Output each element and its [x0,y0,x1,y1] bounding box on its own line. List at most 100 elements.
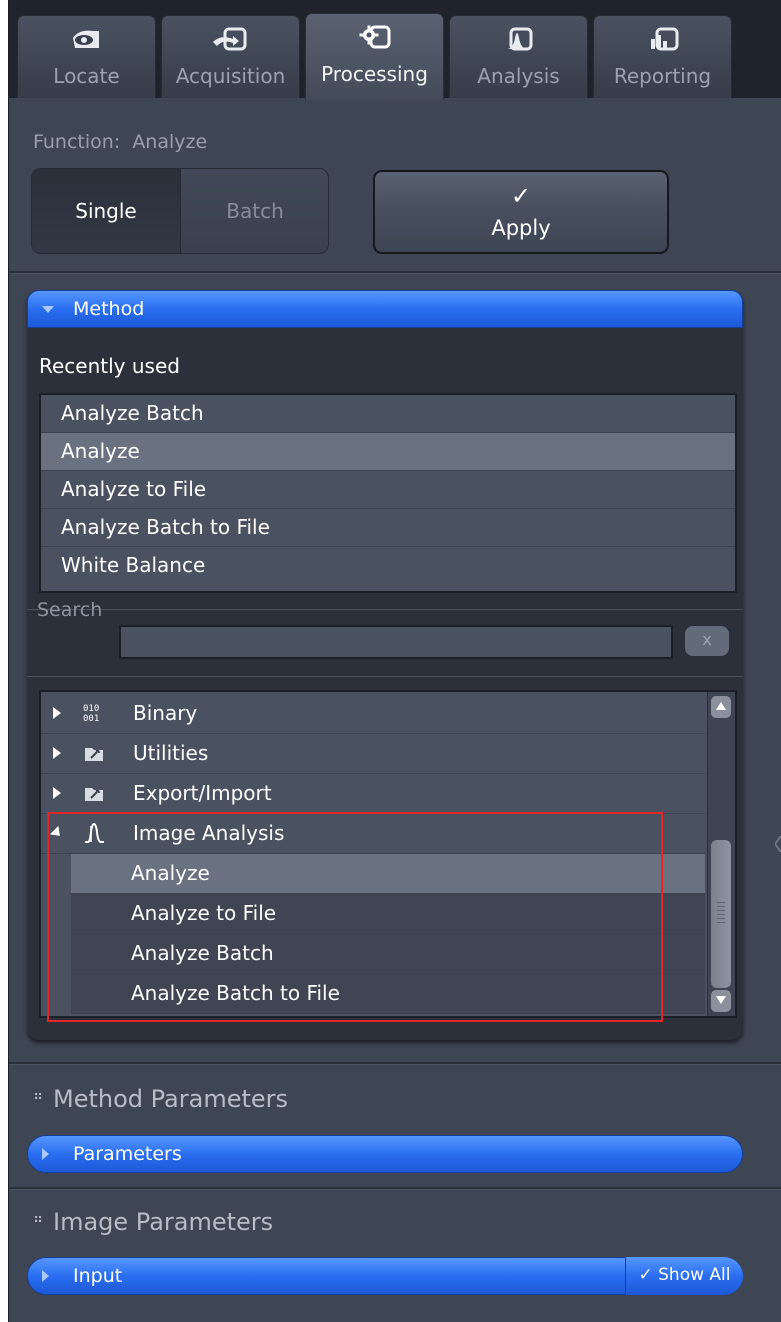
list-item[interactable]: Analyze to File [41,471,735,509]
method-header[interactable]: Method [27,290,743,328]
collapse-arrow-icon [42,306,54,313]
parameters-bar-label: Parameters [73,1143,182,1165]
tree-item-label: Analyze Batch [131,941,274,965]
tree-scrollbar[interactable] [707,692,735,1016]
search-label: Search [37,599,103,621]
divider [27,607,743,610]
tab-reporting[interactable]: Reporting [593,15,732,98]
peak-icon [506,27,532,51]
tree-item-label: Image Analysis [133,821,285,845]
chevron-left-icon[interactable] [775,836,781,852]
grip-line [717,918,725,919]
tree-item-label: Binary [133,701,198,725]
tree-item-image-analysis[interactable]: Image Analysis [41,814,705,854]
folder-wrench-icon [85,788,103,801]
tab-bar: Locate Acquisition Processing Analysis R… [9,0,781,100]
show-all-button[interactable]: ✓ Show All [625,1257,743,1295]
recently-used-list: Analyze Batch Analyze Analyze to File An… [39,393,737,593]
histogram-peak-icon [85,822,104,843]
binary-icon: 010 001 [83,704,99,724]
checkmark-icon: ✓ [638,1265,653,1285]
expand-arrow-icon [42,1148,49,1160]
search-input[interactable] [119,625,673,659]
divider [9,1187,781,1190]
tree-item-label: Analyze to File [131,901,277,925]
tab-analysis[interactable]: Analysis [449,15,588,98]
method-tree: 010 001 Binary Utilities Export/Import I… [39,690,737,1018]
list-item[interactable]: Analyze Batch to File [41,509,735,547]
expand-arrow-icon [42,1270,49,1282]
function-caption: Function: [33,131,121,153]
tree-item-binary[interactable]: 010 001 Binary [41,694,705,734]
folder-wrench-icon [85,748,103,761]
chevron-up-icon [716,702,726,710]
grip-line [717,902,725,903]
tree-indent [41,974,71,1014]
svg-text:010: 010 [83,704,99,714]
scroll-down-button[interactable] [711,990,731,1012]
tree-item-analyze[interactable]: Analyze [41,854,705,894]
expand-arrow-icon [53,747,61,759]
tab-label: Analysis [477,64,560,88]
mode-segmented-control: Single Batch [31,168,329,254]
tree-indent [41,854,71,894]
tab-acquisition[interactable]: Acquisition [161,15,300,98]
tree-item-utilities[interactable]: Utilities [41,734,705,774]
divider [9,271,781,274]
show-all-label: Show All [658,1265,731,1285]
grip-dots-icon: ⠶ [33,1088,44,1104]
method-header-label: Method [73,298,145,320]
tree-indent [41,894,71,934]
tab-label: Reporting [613,64,712,88]
tree-item-analyze-to-file[interactable]: Analyze to File [41,894,705,934]
method-parameters-title: ⠶ Method Parameters [33,1085,288,1113]
tab-label: Processing [321,62,428,86]
tree-item-label: Analyze [131,861,210,885]
chevron-down-icon [716,996,726,1004]
parameters-bar[interactable]: Parameters [27,1135,743,1173]
tree-indent [41,934,71,974]
input-bar[interactable]: Input ✓ Show All [27,1257,743,1295]
image-parameters-title: ⠶ Image Parameters [33,1208,273,1236]
bar-chart-icon [650,27,678,51]
apply-label: Apply [491,216,551,240]
grip-line [717,914,725,915]
list-item[interactable]: Analyze [41,433,735,471]
processing-panel: Locate Acquisition Processing Analysis R… [8,0,781,1322]
tab-label: Locate [53,64,120,88]
section-title-text: Image Parameters [53,1208,274,1236]
tab-processing[interactable]: Processing [305,13,444,100]
tree-item-analyze-batch[interactable]: Analyze Batch [41,934,705,974]
tree-item-label: Export/Import [133,781,272,805]
scroll-up-button[interactable] [711,696,731,718]
list-item[interactable]: White Balance [41,547,735,585]
eye-icon [72,30,99,48]
collapse-arrow-icon [49,825,65,841]
section-title-text: Method Parameters [53,1085,289,1113]
tab-label: Acquisition [175,64,286,88]
tree-item-label: Utilities [133,741,209,765]
expand-arrow-icon [53,787,61,799]
tab-locate[interactable]: Locate [17,15,156,98]
input-bar-label: Input [73,1265,123,1287]
scroll-thumb[interactable] [711,840,731,988]
expand-arrow-icon [53,707,61,719]
list-item[interactable]: Analyze Batch [41,395,735,433]
single-button[interactable]: Single [32,169,181,253]
function-value: Analyze [132,131,208,153]
grip-line [717,922,725,923]
svg-text:001: 001 [83,714,99,724]
divider [27,674,743,677]
clear-search-button[interactable]: x [685,626,729,656]
grip-line [717,910,725,911]
divider [9,1062,781,1065]
apply-button[interactable]: ✓ Apply [373,170,669,254]
function-label: Function: Analyze [33,131,207,153]
tree-item-analyze-batch-to-file[interactable]: Analyze Batch to File [41,974,705,1014]
tree-item-export-import[interactable]: Export/Import [41,774,705,814]
grip-dots-icon: ⠶ [33,1211,44,1227]
grip-line [717,906,725,907]
batch-button[interactable]: Batch [181,169,328,253]
checkmark-icon: ✓ [510,182,532,210]
gear-monitor-icon [359,25,390,49]
